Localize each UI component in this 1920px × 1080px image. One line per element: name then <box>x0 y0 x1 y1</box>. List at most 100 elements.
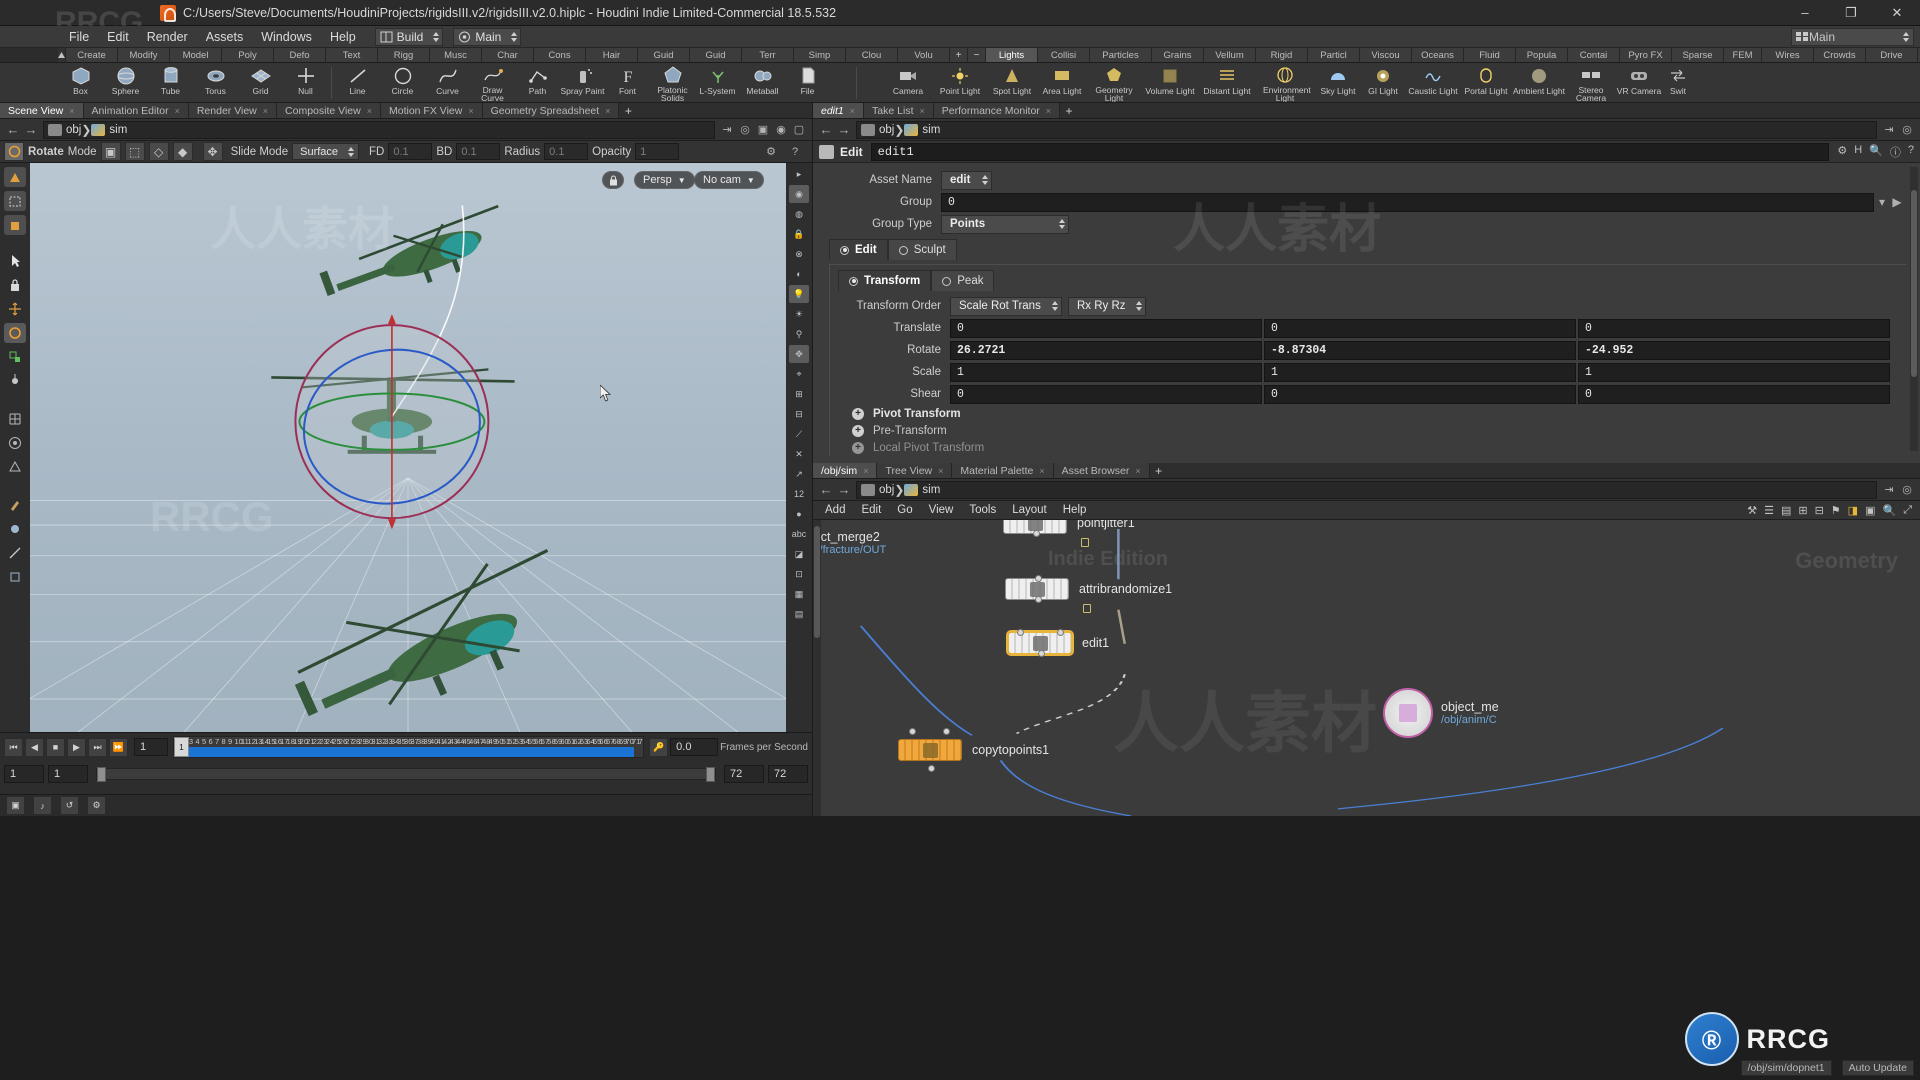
shelf-tool-sky-light[interactable]: Sky Light <box>1315 63 1361 103</box>
shelf-tab-grains[interactable]: Grains <box>1152 48 1204 62</box>
text-display-icon[interactable]: abc <box>789 525 809 543</box>
tab-tree-view[interactable]: Tree View× <box>877 463 952 478</box>
shelf-tab-oceans[interactable]: Oceans <box>1412 48 1464 62</box>
tab-material-palette[interactable]: Material Palette× <box>952 463 1053 478</box>
shelf-tool-area-light[interactable]: Area Light <box>1037 63 1087 103</box>
range-start-field-2[interactable]: 1 <box>48 765 88 783</box>
transform-handle-icon[interactable]: ✥ <box>789 345 809 363</box>
shelf-tool-bar[interactable]: Box Sphere Tube Torus Grid Null Line Cir… <box>0 63 1920 103</box>
netmenu-help[interactable]: Help <box>1055 504 1095 516</box>
tab-render-view[interactable]: Render View× <box>189 103 277 118</box>
pin-icon[interactable]: ⇥ <box>1880 481 1898 499</box>
shelf-tab-musc[interactable]: Musc <box>430 48 482 62</box>
shelf-tool-caustic-light[interactable]: Caustic Light <box>1405 63 1461 103</box>
shelf-tab-sparse[interactable]: Sparse <box>1672 48 1724 62</box>
lock-display-icon[interactable]: 🔒 <box>789 225 809 243</box>
expand-icon[interactable]: + <box>852 408 864 420</box>
node-pointjitter1[interactable]: pointjitter1 <box>1003 520 1135 534</box>
ghost-icon[interactable]: ◍ <box>789 205 809 223</box>
rotate-tool-active-icon[interactable] <box>4 323 26 343</box>
construct-plane-icon[interactable]: ⊟ <box>789 405 809 423</box>
shelf-tab-text[interactable]: Text <box>326 48 378 62</box>
shelf-tool-environment-light[interactable]: Environment Light <box>1255 63 1315 103</box>
key-icon[interactable]: 🔑 <box>649 738 668 757</box>
translate-z-field[interactable]: 0 <box>1578 319 1890 338</box>
tab-edit1[interactable]: edit1× <box>813 103 864 118</box>
snap-point-icon[interactable] <box>4 433 26 453</box>
output-connector[interactable] <box>928 765 935 772</box>
scrollbar-thumb[interactable] <box>814 526 820 638</box>
measure-icon[interactable] <box>4 543 26 563</box>
group-picker-icon[interactable]: ▶ <box>1890 195 1904 209</box>
light-display-icon[interactable]: 💡 <box>789 285 809 303</box>
breadcrumb-sim[interactable]: sim <box>91 124 127 136</box>
play-button[interactable]: ▶ <box>67 738 86 757</box>
scrollbar-thumb[interactable] <box>1911 190 1917 377</box>
menu-file[interactable]: File <box>60 26 98 48</box>
parameter-tab-bar[interactable]: edit1× Take List× Performance Monitor× + <box>813 103 1920 119</box>
network-canvas[interactable]: Indie Edition Geometry 人人素材 pointjitter1 <box>813 520 1920 816</box>
shelf-tool-sphere[interactable]: Sphere <box>103 63 148 103</box>
cross-section-icon[interactable]: ✕ <box>789 445 809 463</box>
shelf-tool-tube[interactable]: Tube <box>148 63 193 103</box>
jump-button[interactable]: ⏩ <box>109 738 128 757</box>
netmenu-go[interactable]: Go <box>889 504 920 516</box>
audio-icon[interactable]: ♪ <box>33 796 52 815</box>
panel-icon[interactable]: ▢ <box>790 121 808 139</box>
shelf-tab-char[interactable]: Char <box>482 48 534 62</box>
scale-z-field[interactable]: 1 <box>1578 363 1890 382</box>
expand-icon[interactable]: ⤢ <box>1903 504 1912 517</box>
target-icon[interactable]: ◎ <box>736 121 754 139</box>
shear-y-field[interactable]: 0 <box>1264 385 1576 404</box>
rotate-z-field[interactable]: -24.952 <box>1578 341 1890 360</box>
surface-selector[interactable]: Surface <box>292 143 359 160</box>
pin-icon[interactable]: ⇥ <box>1880 121 1898 139</box>
shelf-tab-hair[interactable]: Hair <box>586 48 638 62</box>
group-type-menu[interactable]: Points <box>941 215 1069 234</box>
viewport-path-field[interactable]: obj ❯ sim <box>43 121 715 139</box>
viewport-camera-badge[interactable]: No cam▼ <box>694 171 764 189</box>
group-field[interactable]: 0 <box>941 193 1874 212</box>
shelf-tool-null[interactable]: Null <box>283 63 328 103</box>
goto-end-button[interactable]: ⏭ <box>88 738 107 757</box>
shelf-tool-spray-paint[interactable]: Spray Paint <box>560 63 605 103</box>
shelf-tool-grid[interactable]: Grid <box>238 63 283 103</box>
columns-icon[interactable]: ⊟ <box>1815 504 1824 517</box>
tab-animation-editor[interactable]: Animation Editor× <box>84 103 189 118</box>
material-display-icon[interactable]: ◪ <box>789 545 809 563</box>
close-icon[interactable]: × <box>850 106 855 116</box>
op-tab-peak[interactable]: Peak <box>931 270 994 291</box>
shelf-tab-wires[interactable]: Wires <box>1762 48 1814 62</box>
shelf-tool-swit[interactable]: Swit <box>1663 63 1693 103</box>
netmenu-add[interactable]: Add <box>817 504 853 516</box>
shelf-tab-popula[interactable]: Popula <box>1516 48 1568 62</box>
tab-geometry-spreadsheet[interactable]: Geometry Spreadsheet× <box>483 103 620 118</box>
shelf-tool-vr-camera[interactable]: VR Camera <box>1615 63 1663 103</box>
shelf-tool-spot-light[interactable]: Spot Light <box>987 63 1037 103</box>
breadcrumb-obj[interactable]: obj <box>861 484 894 496</box>
tab-motion-fx-view[interactable]: Motion FX View× <box>381 103 483 118</box>
parameter-path-field[interactable]: obj ❯ sim <box>856 121 1877 139</box>
info-icon[interactable]: ⓘ <box>1890 144 1901 160</box>
range-handle-end[interactable] <box>706 767 715 782</box>
shelf-tab-addremove[interactable]: + − <box>950 48 986 62</box>
add-tab-icon[interactable]: + <box>1060 103 1078 118</box>
viewport-left-toolbar[interactable] <box>0 163 30 816</box>
spot-light-display-icon[interactable]: ⚲ <box>789 325 809 343</box>
current-frame-field[interactable]: 1 <box>134 738 168 756</box>
node-object-merge2[interactable]: object_me /obj/anim/C <box>1383 688 1499 738</box>
spinner[interactable] <box>1051 299 1059 313</box>
breadcrumb-obj[interactable]: obj <box>48 124 81 136</box>
maximize-button[interactable]: ❐ <box>1828 0 1874 26</box>
shelf-tool-path[interactable]: Path <box>515 63 560 103</box>
pin-icon[interactable]: ⇥ <box>718 121 736 139</box>
menu-help[interactable]: Help <box>321 26 365 48</box>
close-icon[interactable]: × <box>367 106 372 116</box>
settings-icon[interactable]: ⚙ <box>762 143 780 161</box>
timeline-range-bar[interactable] <box>96 768 716 780</box>
shelf-tab-create[interactable]: Create <box>66 48 118 62</box>
desktop-spinner[interactable] <box>431 30 440 44</box>
parm-op-tabs[interactable]: Transform Peak <box>830 268 1906 295</box>
range-end-field[interactable]: 72 <box>724 765 764 783</box>
shelf-tab-volu[interactable]: Volu <box>898 48 950 62</box>
